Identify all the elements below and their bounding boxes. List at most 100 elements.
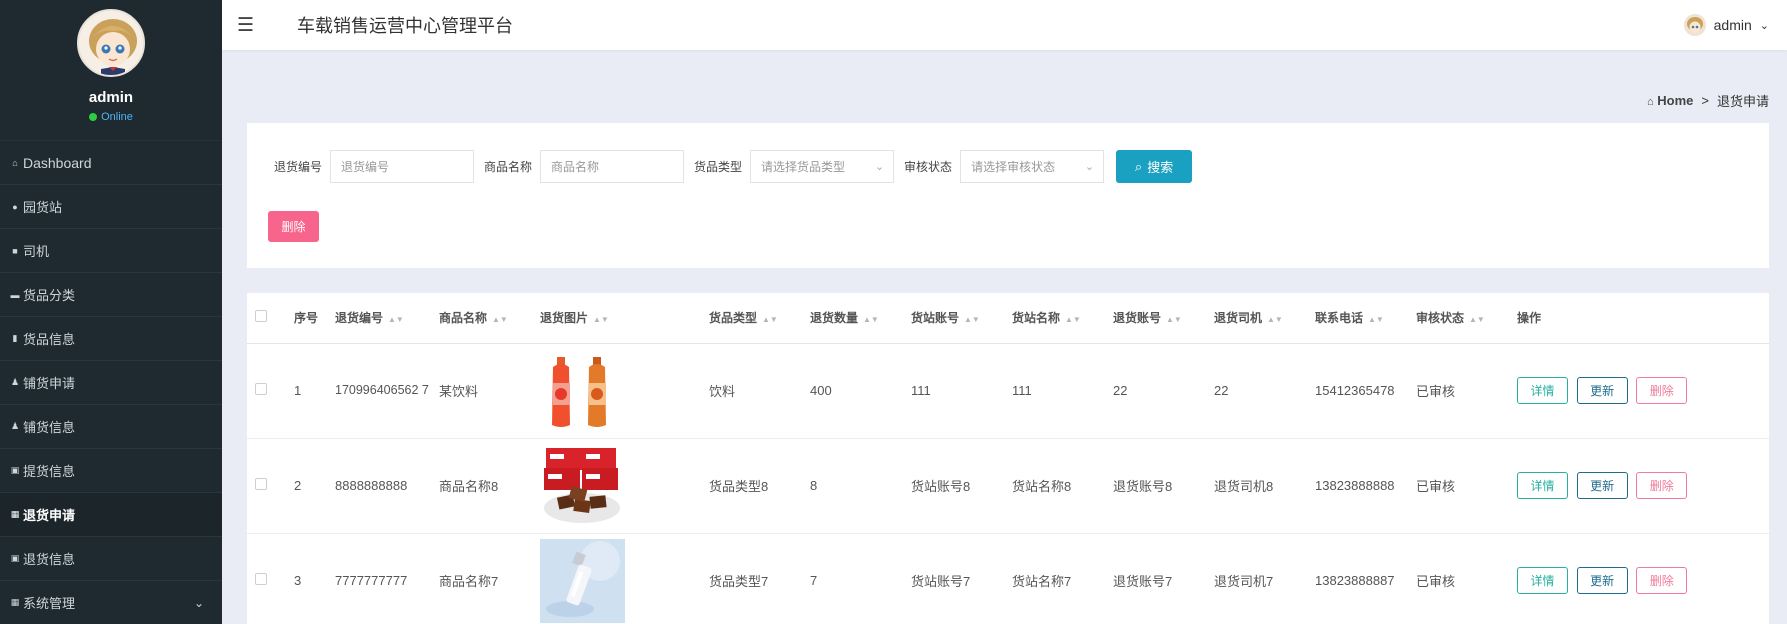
col-goods-type[interactable]: 货品类型 ▲▼ xyxy=(709,293,810,344)
cell-return-qty: 7 xyxy=(810,533,911,624)
map-pin-icon: ● xyxy=(12,201,18,212)
chevron-down-icon: ⌄ xyxy=(874,161,885,173)
sort-icon: ▲▼ xyxy=(1166,315,1182,325)
product-name-input[interactable]: 商品名称 xyxy=(540,150,685,183)
cell-goods-type: 货品类型7 xyxy=(709,533,810,624)
cell-return-driver: 退货司机8 xyxy=(1214,438,1315,534)
sidebar-item-system[interactable]: ▦ 系统管理 ⌄ xyxy=(0,581,222,624)
breadcrumb-home[interactable]: ⌂ Home xyxy=(1647,93,1693,108)
top-bar: ☰ 车载销售运营中心管理平台 admin ⌄ xyxy=(222,0,1787,50)
col-return-qty[interactable]: 退货数量 ▲▼ xyxy=(810,293,911,344)
col-return-driver[interactable]: 退货司机 ▲▼ xyxy=(1214,293,1315,344)
cell-station-account: 货站账号7 xyxy=(911,533,1012,624)
cell-actions: 详情 更新 删除 xyxy=(1517,438,1769,534)
col-phone[interactable]: 联系电话 ▲▼ xyxy=(1315,293,1416,344)
menu-toggle-icon[interactable]: ☰ xyxy=(237,14,257,37)
user-menu[interactable]: admin ⌄ xyxy=(1683,14,1769,36)
sidebar-item-pickup-info[interactable]: ▣ 提货信息 xyxy=(0,449,222,493)
return-code-label: 退货编号 xyxy=(274,160,323,174)
sidebar-item-return-info[interactable]: ▣ 退货信息 xyxy=(0,537,222,581)
user-icon: ♟ xyxy=(10,377,20,387)
cosmetic-bottle-image[interactable] xyxy=(540,538,625,623)
sidebar-item-categories[interactable]: ▬ 货品分类 xyxy=(0,273,222,317)
cell-station-name: 货站名称7 xyxy=(1012,533,1113,624)
cell-index: 3 xyxy=(294,533,335,624)
return-code-input[interactable]: 退货编号 xyxy=(330,150,475,183)
detail-button[interactable]: 详情 xyxy=(1517,567,1568,594)
table-row: 3 7777777777 商品名称7 货品类型7 7 货站账号7 货站名称7 退… xyxy=(247,533,1769,624)
col-return-image[interactable]: 退货图片 ▲▼ xyxy=(540,293,709,344)
user-icon: ♟ xyxy=(10,421,20,431)
sidebar-item-drivers[interactable]: ■ 司机 xyxy=(0,229,222,273)
online-dot-icon xyxy=(89,113,98,121)
sort-icon: ▲▼ xyxy=(1267,315,1283,325)
sidebar-item-return-apply[interactable]: ▦ 退货申请 xyxy=(0,493,222,537)
chart-icon: ▮ xyxy=(12,333,18,343)
cell-return-driver: 退货司机7 xyxy=(1214,533,1315,624)
delete-button[interactable]: 删除 xyxy=(1636,472,1688,499)
update-button[interactable]: 更新 xyxy=(1576,472,1628,499)
update-button[interactable]: 更新 xyxy=(1576,567,1628,594)
avatar xyxy=(1683,14,1706,36)
sidebar: admin Online ⌂ Dashboard ● 园货站 ■ 司机 ▬ 货品… xyxy=(0,0,222,624)
row-checkbox[interactable] xyxy=(255,478,267,490)
cell-goods-type: 饮料 xyxy=(709,343,810,439)
delete-button[interactable]: 删除 xyxy=(1636,377,1688,404)
row-checkbox[interactable] xyxy=(255,383,267,395)
sidebar-item-distribution-apply[interactable]: ♟ 铺货申请 xyxy=(0,361,222,405)
cell-return-code: 7777777777 xyxy=(335,533,439,624)
col-station-name[interactable]: 货站名称 ▲▼ xyxy=(1012,293,1113,344)
sidebar-item-label: 货品分类 xyxy=(23,288,76,303)
header-username: admin xyxy=(1713,17,1752,33)
cell-return-image xyxy=(540,438,709,534)
col-review-status[interactable]: 审核状态 ▲▼ xyxy=(1416,293,1517,344)
review-status-label: 审核状态 xyxy=(904,160,953,174)
sidebar-item-distribution-info[interactable]: ♟ 铺货信息 xyxy=(0,405,222,449)
cell-return-account: 22 xyxy=(1113,343,1214,439)
select-all-checkbox[interactable] xyxy=(255,310,267,323)
sidebar-item-label: 退货信息 xyxy=(23,552,76,567)
search-icon: ⌕ xyxy=(1134,158,1143,174)
sidebar-item-goods[interactable]: ▮ 货品信息 xyxy=(0,317,222,361)
sidebar-item-dashboard[interactable]: ⌂ Dashboard xyxy=(0,141,222,185)
cell-return-code: 170996406562 7 xyxy=(335,343,439,439)
clipboard-icon: ▣ xyxy=(10,465,20,475)
row-checkbox[interactable] xyxy=(255,573,267,585)
returns-table-panel: 序号 退货编号 ▲▼ 商品名称 ▲▼ 退货图片 ▲▼ 货品类型 ▲▼ 退货数量 ▲▼ 货站… xyxy=(247,293,1769,624)
sort-icon: ▲▼ xyxy=(762,315,778,325)
cell-product-name: 商品名称7 xyxy=(439,533,540,624)
sidebar-item-stations[interactable]: ● 园货站 xyxy=(0,185,222,229)
chevron-down-icon: ⌄ xyxy=(1759,19,1769,32)
app-title: 车载销售运营中心管理平台 xyxy=(297,16,513,36)
cell-return-account: 退货账号8 xyxy=(1113,438,1214,534)
detail-button[interactable]: 详情 xyxy=(1517,377,1568,404)
review-status-select[interactable]: 请选择审核状态 ⌄ xyxy=(960,150,1105,183)
grid-icon: ▦ xyxy=(10,597,20,607)
cell-goods-type: 货品类型8 xyxy=(709,438,810,534)
col-return-code[interactable]: 退货编号 ▲▼ xyxy=(335,293,439,344)
chocolate-image[interactable] xyxy=(540,443,625,528)
update-button[interactable]: 更新 xyxy=(1576,377,1628,404)
cell-return-code: 8888888888 xyxy=(335,438,439,534)
sidebar-item-label: 提货信息 xyxy=(23,464,76,479)
goods-type-select[interactable]: 请选择货品类型 ⌄ xyxy=(750,150,895,183)
col-station-account[interactable]: 货站账号 ▲▼ xyxy=(911,293,1012,344)
cell-station-name: 货站名称8 xyxy=(1012,438,1113,534)
sort-icon: ▲▼ xyxy=(593,315,609,325)
breadcrumb: ⌂ Home > 退货申请 xyxy=(1647,91,1769,110)
cell-station-account: 111 xyxy=(911,343,1012,439)
col-product-name[interactable]: 商品名称 ▲▼ xyxy=(439,293,540,344)
col-return-account[interactable]: 退货账号 ▲▼ xyxy=(1113,293,1214,344)
delete-button[interactable]: 删除 xyxy=(1636,567,1688,594)
goods-type-label: 货品类型 xyxy=(694,160,743,174)
bulk-delete-button[interactable]: 删除 xyxy=(268,211,319,242)
cell-product-name: 某饮料 xyxy=(439,343,540,439)
avatar[interactable] xyxy=(77,9,145,77)
detail-button[interactable]: 详情 xyxy=(1517,472,1568,499)
status-text: Online xyxy=(101,111,133,123)
drink-bottles-image[interactable] xyxy=(540,348,625,433)
search-button[interactable]: ⌕ 搜索 xyxy=(1116,150,1193,183)
cell-index: 2 xyxy=(294,438,335,534)
sidebar-item-label: 铺货申请 xyxy=(23,376,76,391)
cell-phone: 15412365478 xyxy=(1315,343,1416,439)
